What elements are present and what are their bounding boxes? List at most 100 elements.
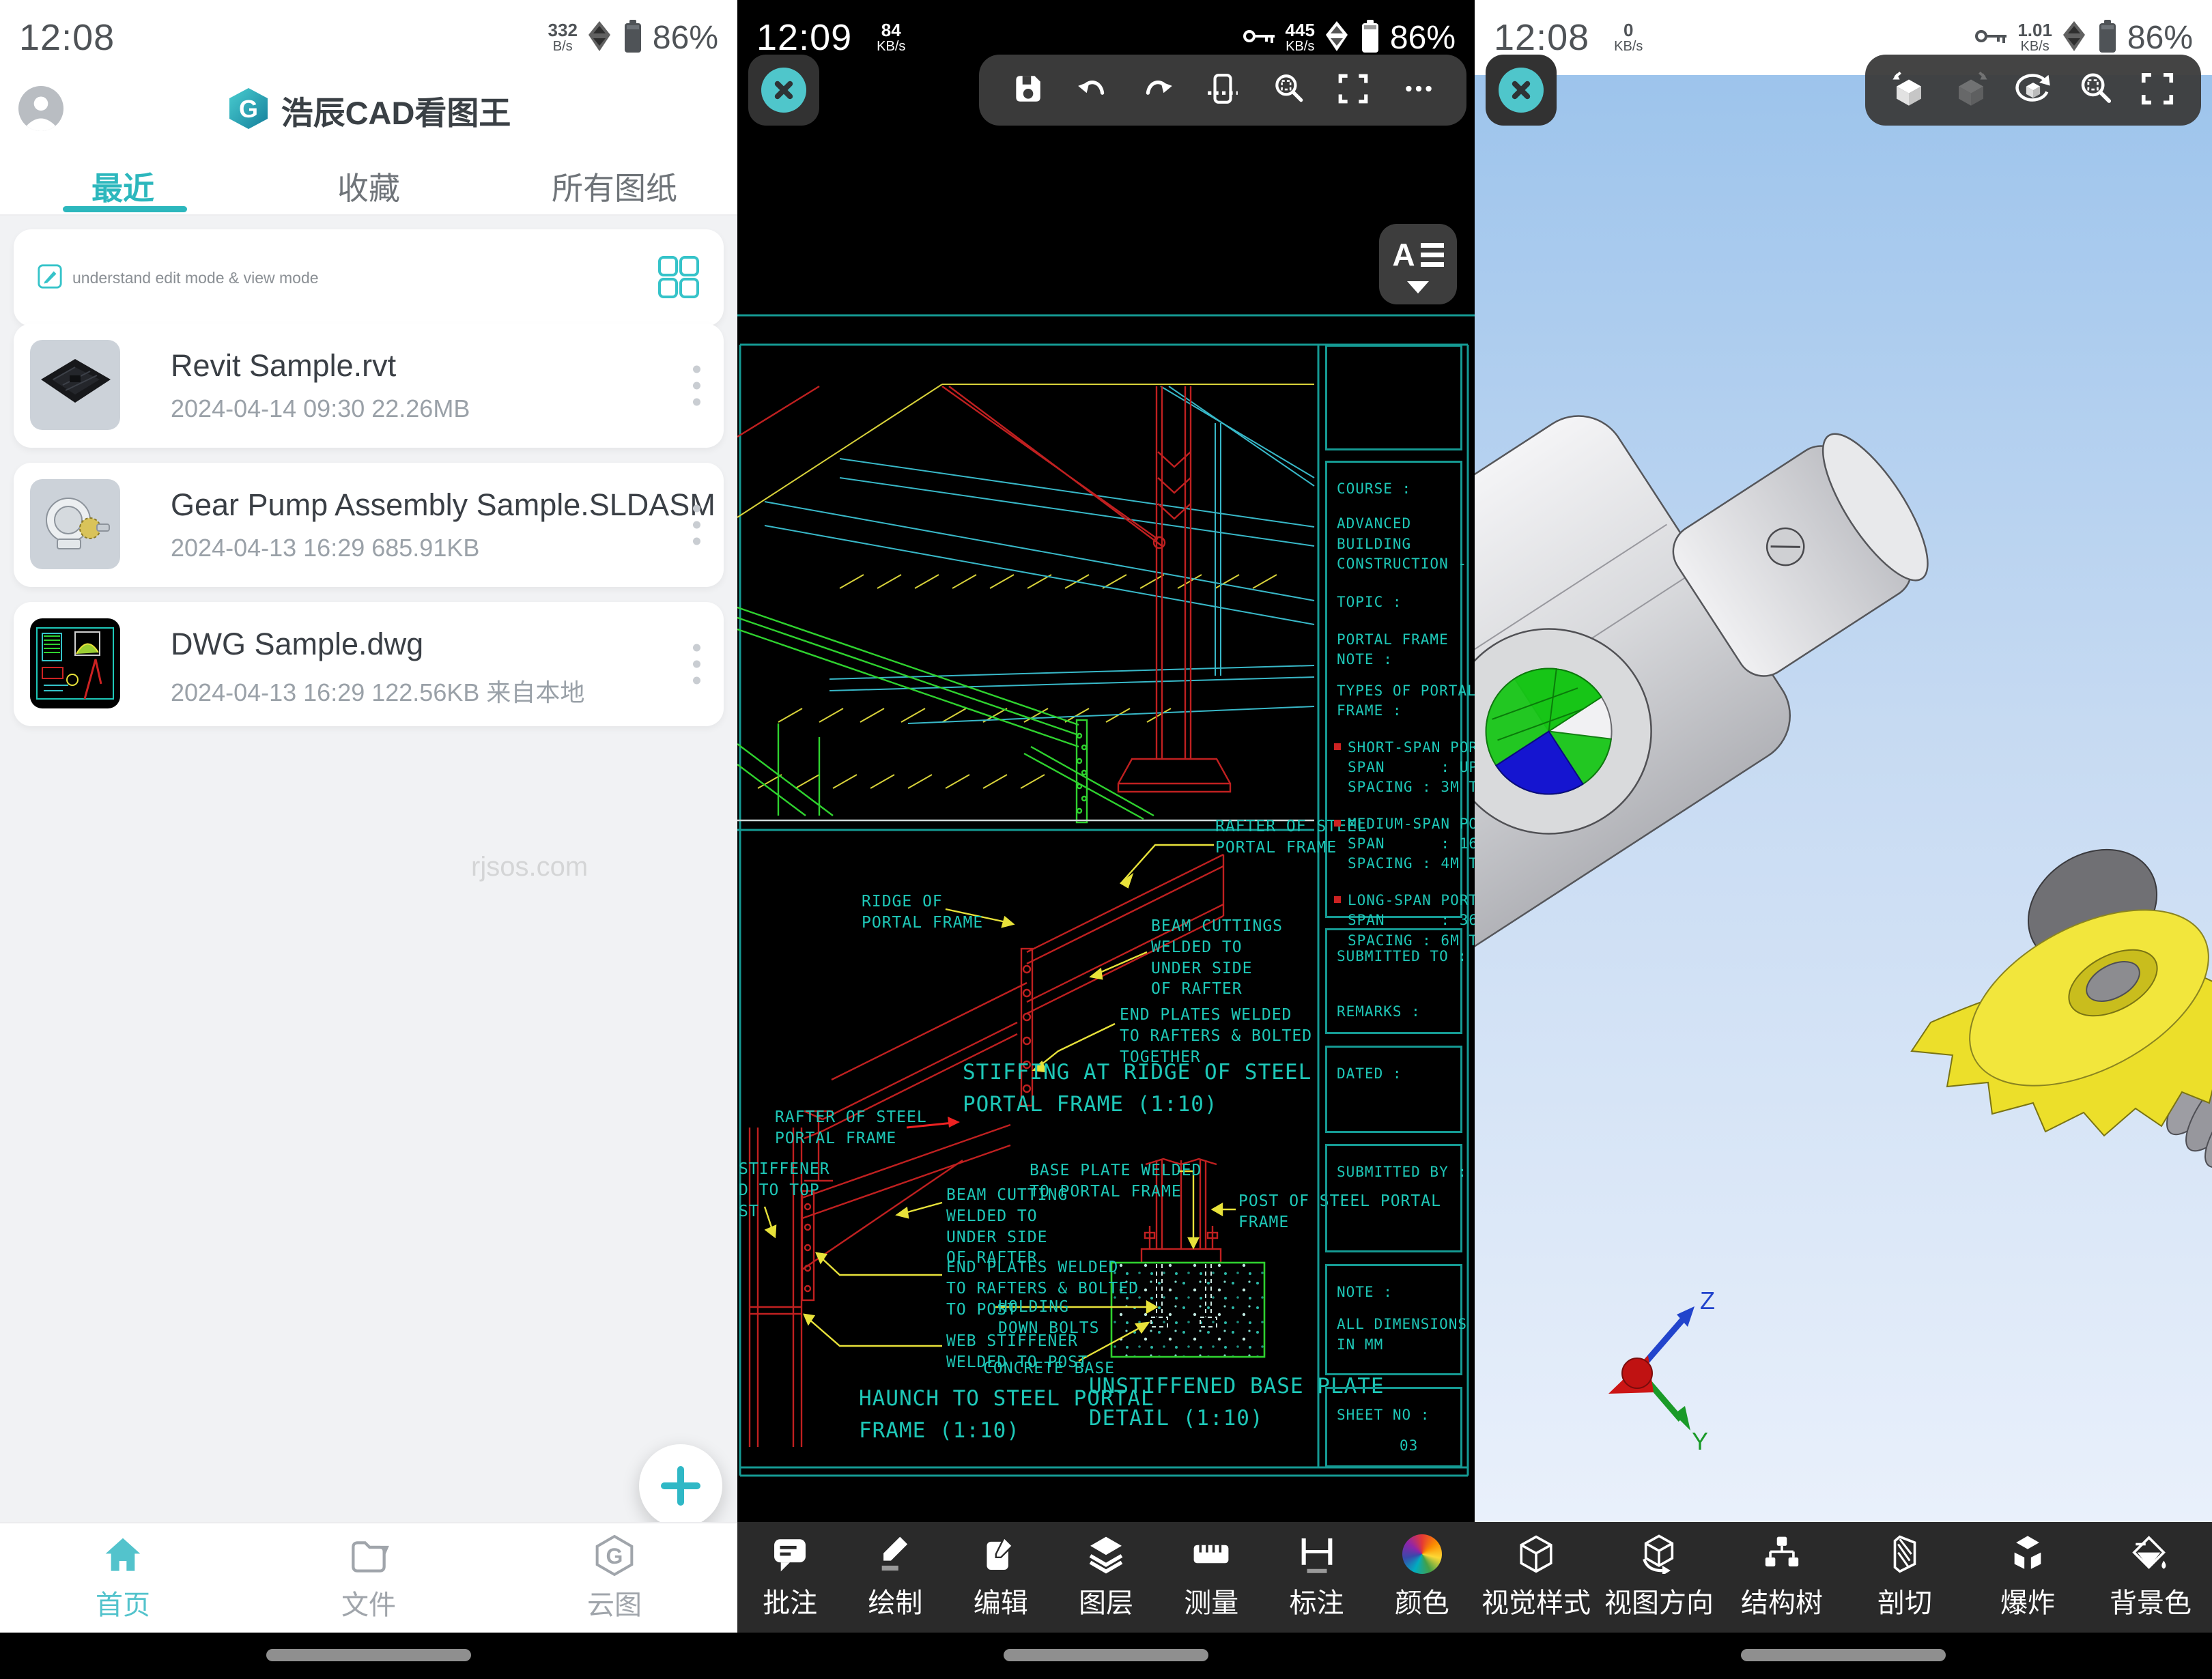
dimension-icon [1297,1534,1337,1574]
zoom-select-button[interactable] [2077,70,2114,111]
tab-bar: 最近 收藏 所有图纸 [0,160,737,213]
close-icon [1499,68,1544,113]
titleblock-submitted-to-box: SUBMITTED TO : REMARKS : [1325,928,1462,1034]
structure-tree-icon [1762,1534,1802,1574]
battery-icon [621,18,644,57]
grid-view-icon[interactable] [657,255,700,302]
view-direction-icon [1639,1534,1679,1574]
dated-label: DATED : [1337,1064,1451,1084]
submitted-to-label: SUBMITTED TO : [1337,947,1451,966]
comment-icon [770,1534,810,1574]
home-indicator[interactable] [1004,1649,1208,1661]
view-redo-button[interactable] [1953,70,1989,111]
file-name: Gear Pump Assembly Sample.SLDASM [171,487,715,523]
tool-measure[interactable]: 测量 [1159,1522,1264,1633]
file-menu-button[interactable] [693,505,700,545]
tool-color[interactable]: 颜色 [1370,1522,1475,1633]
layers-icon [1086,1534,1126,1574]
file-row-revit[interactable]: Revit Sample.rvt 2024-04-14 09:30 22.26M… [14,324,724,448]
cloud-drawings-icon: G [593,1534,636,1577]
gearpump-thumbnail [30,479,120,569]
plus-icon [661,1466,700,1506]
file-meta: 2024-04-14 09:30 22.26MB [171,394,470,423]
tool-draw[interactable]: 绘制 [842,1522,948,1633]
fullscreen-button[interactable] [2139,70,2176,111]
tool-view-direction[interactable]: 视图方向 [1598,1522,1720,1633]
home-indicator[interactable] [266,1649,471,1661]
tool-explode[interactable]: 爆炸 [1966,1522,2089,1633]
titleblock-dated-box: DATED : [1325,1046,1462,1133]
callout-base-plate: BASE PLATE WELDED TO PORTAL FRAME [1030,1160,1202,1203]
visual-style-icon [1516,1534,1556,1574]
status-bar-left: 12:08 332 B/s 86% [0,0,737,75]
tool-section-cut[interactable]: 剖切 [1843,1522,1966,1633]
system-bar [737,1633,1475,1679]
callout-rafter-bottom: RAFTER OF STEEL PORTAL FRAME [775,1107,927,1149]
tool-dimension[interactable]: 标注 [1264,1522,1369,1633]
nav-home[interactable]: 首页 [0,1523,246,1633]
topic-label: TOPIC : [1337,592,1451,612]
topic-value: PORTAL FRAME [1337,630,1451,650]
app-title: 浩辰CAD看图王 [281,87,511,134]
tool-layers[interactable]: 图层 [1053,1522,1159,1633]
clock: 12:08 [19,16,115,59]
nav-cloud[interactable]: G 云图 [492,1523,737,1633]
nav-files[interactable]: 文件 [246,1523,492,1633]
view-undo-button[interactable] [1890,70,1927,111]
callout-beam-cuttings: BEAM CUTTINGS WELDED TO UNDER SIDE OF RA… [1151,916,1283,1000]
system-bar [1475,1633,2212,1679]
battery-icon [2096,18,2119,57]
3d-model-viewport[interactable]: Z Y [1475,75,2212,1522]
clock: 12:08 [1494,16,1589,59]
home-indicator[interactable] [1741,1649,1946,1661]
file-name: DWG Sample.dwg [171,627,423,662]
tab-favorites[interactable]: 收藏 [246,160,492,213]
home-icon [101,1534,145,1577]
svg-text:G: G [239,95,258,123]
file-menu-button[interactable] [693,644,700,685]
portal-type-medium: MEDIUM-SPAN PORTAL FRAME SPAN : 16M TO 3… [1348,814,1451,874]
sheetno-label: SHEET NO : [1337,1405,1451,1425]
portal-type-short: SHORT-SPAN PORTAL FRAME SPAN : UP TO 15M… [1348,738,1451,798]
battery-percent: 86% [653,19,718,57]
file-menu-button[interactable] [693,366,700,406]
tool-visual-style[interactable]: 视觉样式 [1475,1522,1598,1633]
app-logo: G 浩辰CAD看图王 [0,81,737,139]
red-bullet [1334,896,1341,903]
tool-background-color[interactable]: 背景色 [2089,1522,2212,1633]
tab-recent[interactable]: 最近 [0,160,246,213]
tab-all-drawings[interactable]: 所有图纸 [492,160,737,213]
signal-icon [2060,20,2088,56]
close-viewer-button[interactable] [1486,55,1557,126]
key-icon [1974,24,2009,52]
callout-stiffener-clipped: STIFFENER D TO TOP ST [739,1159,830,1222]
viewer-toolbar [1865,55,2201,126]
file-row-dwg[interactable]: DWG Sample.dwg 2024-04-13 16:29 122.56KB… [14,602,724,726]
file-meta: 2024-04-13 16:29 122.56KB 来自本地 [171,673,584,708]
dwg-thumbnail [30,618,120,708]
remarks-label: REMARKS : [1337,1002,1451,1022]
titleblock-sheetno-box: SHEET NO : 03 [1325,1387,1462,1467]
tool-structure-tree[interactable]: 结构树 [1720,1522,1843,1633]
note2-value: ALL DIMENSIONS ARE IN MM [1337,1315,1451,1355]
screen-dwg-viewer: 12:09 84 KB/s 445 KB/s 86% [737,0,1475,1679]
axis-y-label: Y [1692,1427,1708,1455]
file-meta: 2024-04-13 16:29 685.91KB [171,534,479,562]
screen-home: 12:08 332 B/s 86% G 浩辰CAD看图王 [0,0,737,1679]
promo-banner[interactable]: understand edit mode & view mode [14,229,724,326]
folder-icon [347,1534,391,1577]
reset-view-button[interactable] [2015,70,2052,111]
tool-edit[interactable]: 编辑 [948,1522,1053,1633]
red-bullet [1334,820,1341,827]
file-row-gearpump[interactable]: Gear Pump Assembly Sample.SLDASM 2024-04… [14,463,724,587]
network-speed: 0 KB/s [1614,21,1643,54]
app-logo-icon: G [227,87,270,134]
system-bar [0,1633,737,1679]
background-color-icon [2131,1534,2170,1574]
titleblock-submitted-by-box: SUBMITTED BY : [1325,1144,1462,1252]
revit-thumbnail [30,340,120,430]
tool-annotate[interactable]: 批注 [737,1522,842,1633]
add-file-button[interactable] [639,1444,722,1527]
submitted-by-label: SUBMITTED BY : [1337,1162,1451,1182]
signal-icon [586,20,613,56]
